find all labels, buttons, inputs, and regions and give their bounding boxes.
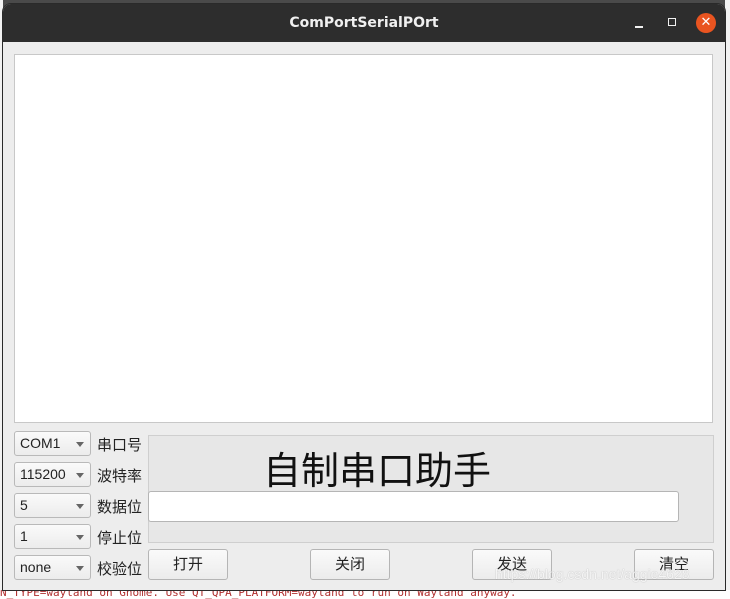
- chevron-down-icon: [76, 504, 84, 509]
- maximize-icon: [668, 18, 676, 26]
- parity-label: 校验位: [97, 560, 143, 578]
- titlebar[interactable]: ComPortSerialPOrt ✕: [3, 4, 725, 42]
- maximize-button[interactable]: [663, 13, 683, 33]
- baud-value: 115200: [20, 466, 66, 482]
- parity-select[interactable]: none: [14, 555, 91, 580]
- terminal-text: N_TYPE=wayland on Gnome. Use QT_QPA_PLAT…: [0, 590, 517, 599]
- close-icon: ✕: [700, 15, 712, 30]
- stopbits-label: 停止位: [97, 529, 143, 547]
- open-button[interactable]: 打开: [148, 549, 228, 580]
- databits-select[interactable]: 5: [14, 493, 91, 518]
- parity-value: none: [20, 559, 52, 575]
- background-terminal: N_TYPE=wayland on Gnome. Use QT_QPA_PLAT…: [0, 590, 730, 599]
- window-title: ComPortSerialPOrt: [289, 15, 439, 31]
- receive-textarea[interactable]: [14, 54, 713, 423]
- close-window-button[interactable]: ✕: [696, 13, 716, 33]
- close-port-button[interactable]: 关闭: [310, 549, 390, 580]
- background-desktop-right: [725, 0, 730, 599]
- minimize-icon: [635, 26, 643, 28]
- stopbits-select[interactable]: 1: [14, 524, 91, 549]
- port-label: 串口号: [97, 436, 143, 454]
- databits-value: 5: [20, 497, 28, 513]
- chevron-down-icon: [76, 473, 84, 478]
- databits-label: 数据位: [97, 498, 143, 516]
- app-heading: 自制串口助手: [263, 449, 492, 493]
- watermark: https://blog.csdn.net/aggie4628: [495, 566, 690, 582]
- chevron-down-icon: [76, 442, 84, 447]
- app-window: ComPortSerialPOrt ✕ COM1 串口号 115200 波特率 …: [3, 4, 725, 590]
- baud-label: 波特率: [97, 467, 143, 485]
- baud-select[interactable]: 115200: [14, 462, 91, 487]
- minimize-button[interactable]: [629, 13, 649, 33]
- send-input[interactable]: [148, 491, 679, 522]
- chevron-down-icon: [76, 535, 84, 540]
- port-select[interactable]: COM1: [14, 431, 91, 456]
- port-value: COM1: [20, 435, 61, 451]
- stopbits-value: 1: [20, 528, 28, 544]
- chevron-down-icon: [76, 566, 84, 571]
